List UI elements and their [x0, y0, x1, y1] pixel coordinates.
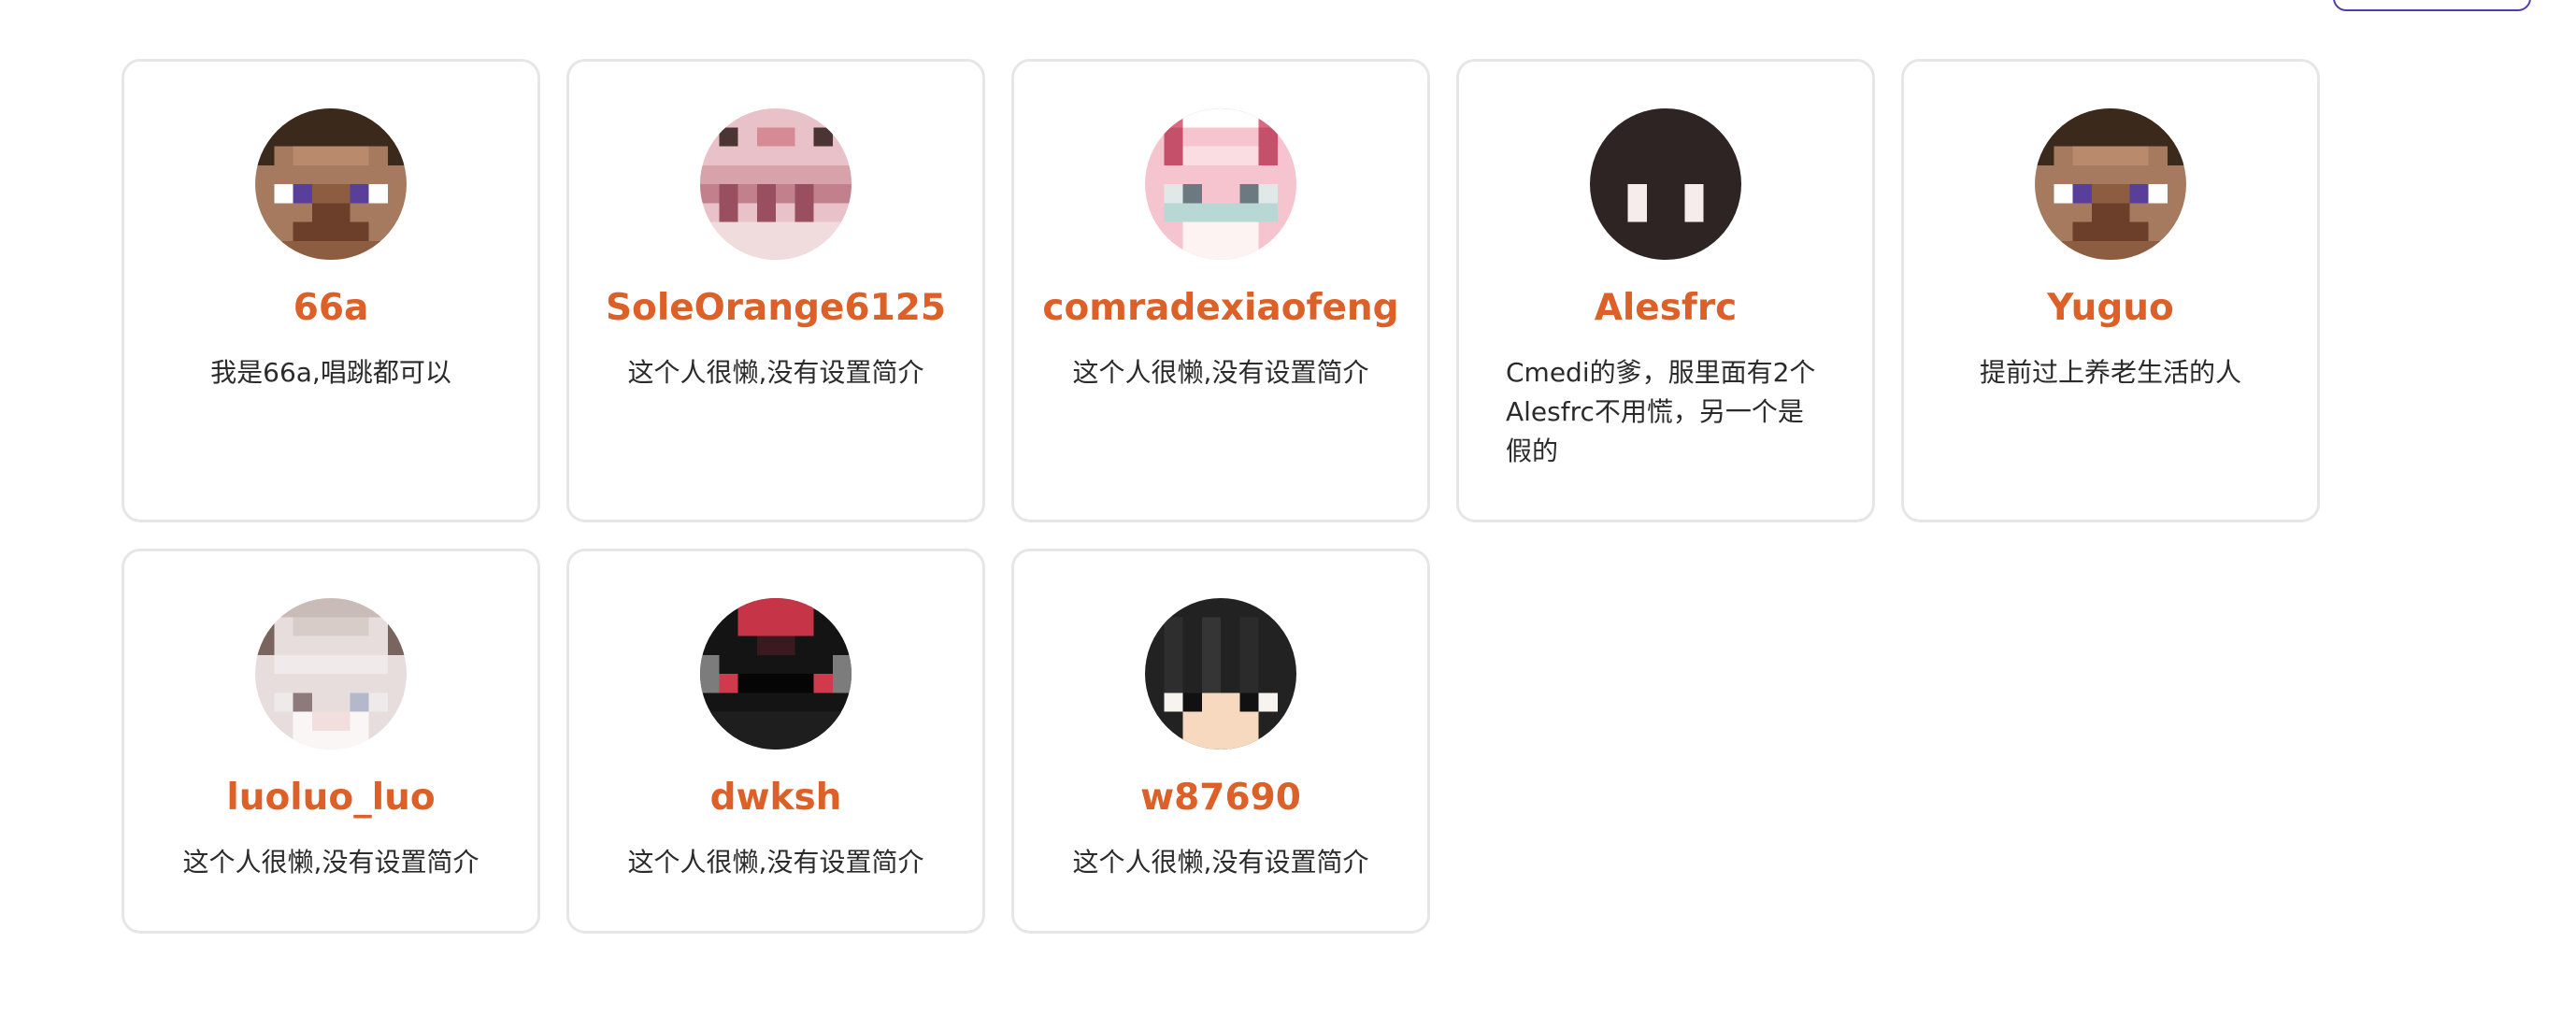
user-name[interactable]: Yuguo	[2047, 286, 2174, 331]
user-bio: 这个人很懒,没有设置简介	[1072, 357, 1369, 388]
black-red-skin-avatar-icon	[700, 598, 852, 750]
user-name[interactable]: 66a	[293, 286, 369, 331]
user-card[interactable]: Yuguo 提前过上养老生活的人	[1901, 59, 2320, 522]
user-card-grid: 66a 我是66a,唱跳都可以 SoleOrange6125 这个人很懒,没有设…	[122, 59, 2320, 934]
user-bio: 提前过上养老生活的人	[1979, 357, 2241, 388]
pig-skin-avatar-icon	[700, 108, 852, 260]
user-avatar	[1145, 108, 1296, 260]
user-card[interactable]: SoleOrange6125 这个人很懒,没有设置简介	[566, 59, 985, 522]
user-avatar	[700, 598, 852, 750]
user-card[interactable]: Alesfrc Cmedi的爹，服里面有2个Alesfrc不用慌，另一个是假的	[1456, 59, 1875, 522]
dark-skin-avatar-icon	[1590, 108, 1741, 260]
user-avatar	[1590, 108, 1741, 260]
user-name[interactable]: Alesfrc	[1595, 286, 1738, 331]
top-action-button[interactable]	[2333, 0, 2531, 11]
steve-skin-avatar-icon	[2035, 108, 2186, 260]
user-avatar	[1145, 598, 1296, 750]
user-avatar	[700, 108, 852, 260]
user-bio: Cmedi的爹，服里面有2个Alesfrc不用慌，另一个是假的	[1506, 357, 1816, 466]
user-name[interactable]: comradexiaofeng	[1042, 286, 1398, 331]
user-name[interactable]: luoluo_luo	[226, 776, 435, 821]
user-bio: 这个人很懒,没有设置简介	[182, 847, 479, 878]
user-card[interactable]: luoluo_luo 这个人很懒,没有设置简介	[122, 549, 540, 934]
user-avatar	[255, 598, 407, 750]
user-name[interactable]: SoleOrange6125	[606, 286, 946, 331]
user-bio: 这个人很懒,没有设置简介	[627, 357, 924, 388]
black-hair-skin-avatar-icon	[1145, 598, 1296, 750]
user-name[interactable]: dwksh	[710, 776, 842, 821]
pink-hair-skin-avatar-icon	[1145, 108, 1296, 260]
white-hair-skin-avatar-icon	[255, 598, 407, 750]
user-bio: 这个人很懒,没有设置简介	[1072, 847, 1369, 878]
user-avatar	[2035, 108, 2186, 260]
user-avatar	[255, 108, 407, 260]
user-bio: 我是66a,唱跳都可以	[210, 357, 451, 388]
user-name[interactable]: w87690	[1140, 776, 1301, 821]
user-card[interactable]: comradexiaofeng 这个人很懒,没有设置简介	[1011, 59, 1430, 522]
user-bio: 这个人很懒,没有设置简介	[627, 847, 924, 878]
user-card[interactable]: dwksh 这个人很懒,没有设置简介	[566, 549, 985, 934]
steve-skin-avatar-icon	[255, 108, 407, 260]
user-card[interactable]: w87690 这个人很懒,没有设置简介	[1011, 549, 1430, 934]
user-card[interactable]: 66a 我是66a,唱跳都可以	[122, 59, 540, 522]
